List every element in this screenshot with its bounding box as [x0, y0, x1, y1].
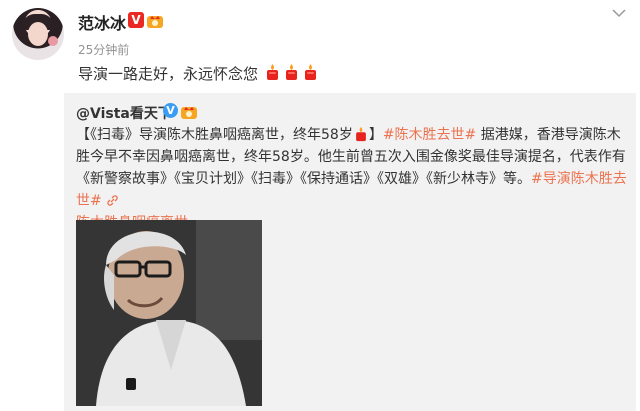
post-time[interactable]: 25分钟前	[78, 41, 129, 58]
repost-text-segment: 】	[368, 127, 383, 143]
repost-text: 【《扫毒》导演陈木胜鼻咽癌离世，终年58岁 】#陈木胜去世# 据港媒，香港导演陈木…	[76, 124, 628, 234]
post-text: 导演一路走好，永远怀念您	[78, 65, 259, 83]
verified-badge: V	[128, 12, 144, 28]
repost-author-name[interactable]: @Vista看天下	[76, 103, 172, 123]
chevron-down-icon[interactable]	[612, 8, 626, 18]
repost-text-segment: 【《扫毒》导演陈木胜鼻咽癌离世，终年58岁	[76, 127, 353, 143]
candle-icon	[267, 64, 278, 80]
avatar-flower	[48, 36, 58, 46]
author-avatar[interactable]	[12, 8, 64, 60]
avatar-face	[28, 22, 48, 46]
member-crown-icon	[181, 107, 197, 119]
photo-portrait-image	[76, 220, 262, 406]
repost-verified-badge: V	[163, 103, 178, 118]
author-name[interactable]: 范冰冰	[78, 10, 126, 34]
weibo-post: 范冰冰 V 25分钟前 导演一路走好，永远怀念您 @Vista看天下 V 【《扫…	[0, 0, 640, 411]
emoji-row	[264, 63, 319, 81]
member-crown-icon	[147, 16, 163, 28]
candle-icon	[286, 64, 297, 80]
link-icon[interactable]	[106, 194, 119, 207]
reposted-weibo[interactable]: @Vista看天下 V 【《扫毒》导演陈木胜鼻咽癌离世，终年58岁 】#陈木胜去世…	[64, 93, 636, 411]
hashtag-link[interactable]: #陈木胜去世#	[383, 127, 476, 143]
candle-icon	[355, 126, 366, 142]
candle-icon	[305, 64, 316, 80]
post-photo[interactable]	[76, 220, 262, 406]
